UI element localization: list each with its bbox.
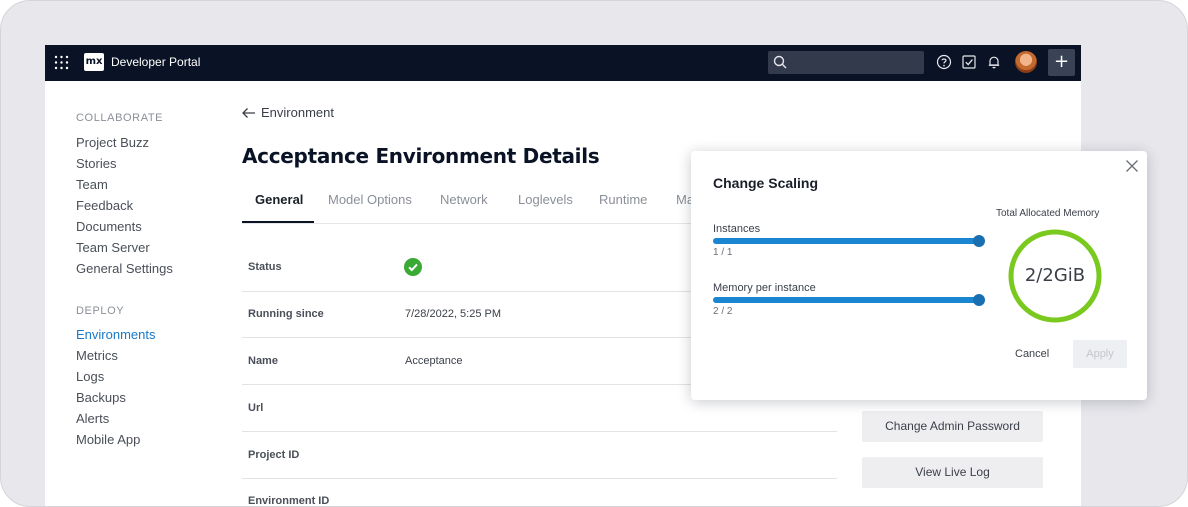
avatar[interactable]: [1015, 51, 1037, 73]
search-icon: [773, 55, 787, 69]
sidebar-deploy-header: DEPLOY: [76, 305, 125, 317]
instances-slider[interactable]: [713, 235, 985, 247]
sidebar-item-general-settings[interactable]: General Settings: [76, 261, 173, 276]
arrow-left-icon: [242, 108, 255, 118]
sidebar-item-logs[interactable]: Logs: [76, 369, 104, 384]
app-title: Developer Portal: [111, 55, 201, 69]
total-memory-value: 2/2GiB: [1024, 265, 1086, 286]
sidebar-item-documents[interactable]: Documents: [76, 219, 142, 234]
change-scaling-dialog: Change Scaling Instances 1 / 1 Memory pe…: [691, 151, 1147, 400]
tab-loglevels[interactable]: Loglevels: [518, 192, 573, 207]
running-since-value: 7/28/2022, 5:25 PM: [405, 308, 502, 320]
tab-runtime[interactable]: Runtime: [599, 192, 647, 207]
memory-slider[interactable]: [713, 294, 985, 306]
cancel-button[interactable]: Cancel: [1015, 348, 1049, 360]
url-label: Url: [248, 402, 264, 414]
top-bar: mx Developer Portal +: [45, 45, 1081, 81]
row-divider: [242, 431, 837, 432]
sidebar-item-metrics[interactable]: Metrics: [76, 348, 118, 363]
tab-network[interactable]: Network: [440, 192, 488, 207]
sidebar-item-stories[interactable]: Stories: [76, 156, 116, 171]
check-circle-icon: [404, 258, 422, 276]
tab-model-options[interactable]: Model Options: [328, 192, 412, 207]
view-live-log-button[interactable]: View Live Log: [862, 457, 1043, 488]
name-label: Name: [248, 355, 278, 367]
instances-label: Instances: [713, 223, 761, 235]
sidebar-item-alerts[interactable]: Alerts: [76, 411, 109, 426]
tab-general[interactable]: General: [255, 192, 303, 207]
page-title: Acceptance Environment Details: [242, 144, 600, 168]
sidebar-item-feedback[interactable]: Feedback: [76, 198, 133, 213]
environment-id-label: Environment ID: [248, 495, 330, 507]
instances-slider-handle[interactable]: [973, 235, 985, 247]
dialog-title: Change Scaling: [713, 175, 819, 191]
help-icon[interactable]: [936, 54, 952, 70]
instances-slider-fill: [713, 238, 979, 244]
plus-icon[interactable]: +: [1048, 49, 1075, 76]
memory-label: Memory per instance: [713, 282, 816, 294]
sidebar-item-team-server[interactable]: Team Server: [76, 240, 150, 255]
apply-button[interactable]: Apply: [1073, 340, 1127, 368]
sidebar-item-environments[interactable]: Environments: [76, 327, 155, 342]
running-since-label: Running since: [248, 308, 324, 320]
sidebar-item-project-buzz[interactable]: Project Buzz: [76, 135, 149, 150]
memory-count: 2 / 2: [713, 306, 733, 317]
close-icon[interactable]: [1125, 159, 1139, 173]
total-memory-title: Total Allocated Memory: [996, 208, 1100, 219]
sidebar-item-backups[interactable]: Backups: [76, 390, 126, 405]
back-link-label: Environment: [261, 105, 334, 120]
memory-slider-handle[interactable]: [973, 294, 985, 306]
row-divider: [242, 478, 837, 479]
project-id-label: Project ID: [248, 449, 300, 461]
back-link[interactable]: Environment: [241, 105, 334, 120]
name-value: Acceptance: [405, 355, 463, 367]
search-input[interactable]: [768, 51, 924, 74]
memory-slider-fill: [713, 297, 979, 303]
mendix-logo: mx: [84, 53, 104, 71]
change-admin-password-button[interactable]: Change Admin Password: [862, 411, 1043, 442]
sidebar-collaborate-header: COLLABORATE: [76, 112, 164, 124]
sidebar-item-team[interactable]: Team: [76, 177, 108, 192]
bell-icon[interactable]: [986, 54, 1002, 70]
checkbox-icon[interactable]: [961, 54, 977, 70]
sidebar-item-mobile-app[interactable]: Mobile App: [76, 432, 140, 447]
device-frame: mx Developer Portal + COLLABORATE Projec…: [0, 0, 1188, 507]
instances-count: 1 / 1: [713, 247, 733, 258]
grid-icon[interactable]: [54, 55, 69, 70]
status-label: Status: [248, 261, 282, 273]
